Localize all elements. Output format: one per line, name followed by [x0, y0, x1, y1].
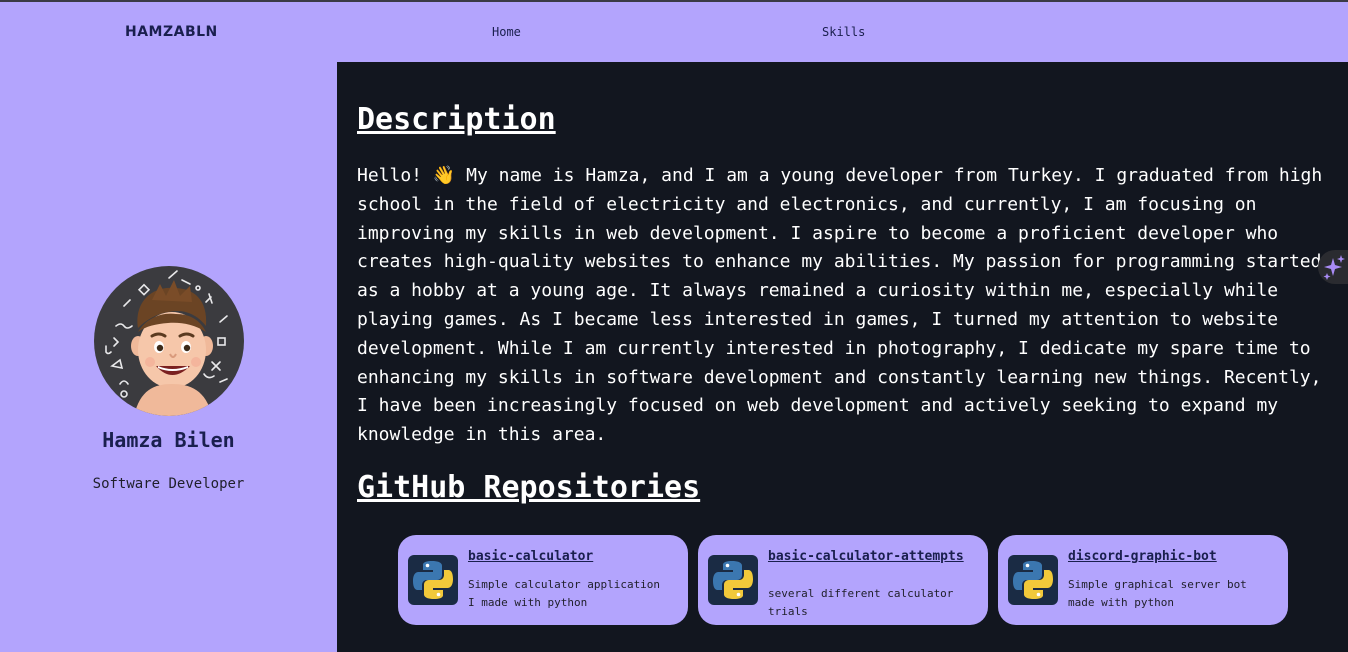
python-icon	[1008, 555, 1058, 605]
avatar	[94, 266, 244, 416]
repositories-heading: GitHub Repositories	[357, 470, 701, 505]
python-icon	[408, 555, 458, 605]
avatar-illustration	[105, 270, 228, 416]
profile-sidebar: Hamza Bilen Software Developer	[0, 62, 337, 652]
nav-link-home[interactable]: Home	[492, 25, 521, 39]
repo-card[interactable]: discord-graphic-bot Simple graphical ser…	[998, 535, 1288, 625]
python-icon	[708, 555, 758, 605]
profile-name: Hamza Bilen	[102, 428, 235, 452]
brand-logo[interactable]: HAMZABLN	[125, 24, 218, 40]
sparkle-icon	[1323, 255, 1345, 280]
repo-name-link[interactable]: basic-calculator	[468, 548, 673, 566]
repo-card[interactable]: basic-calculator Simple calculator appli…	[398, 535, 688, 625]
description-heading: Description	[357, 102, 556, 137]
repo-description: several different calculator trials	[768, 587, 954, 618]
repo-description: Simple calculator application I made wit…	[468, 578, 661, 609]
repo-description: Simple graphical server bot made with py…	[1068, 578, 1247, 609]
repo-name-link[interactable]: basic-calculator-attempts	[768, 548, 973, 566]
repo-card[interactable]: basic-calculator-attempts several differ…	[698, 535, 988, 625]
description-text: Hello! 👋 My name is Hamza, and I am a yo…	[357, 165, 1323, 446]
profile-role: Software Developer	[92, 476, 245, 492]
repo-name-link[interactable]: discord-graphic-bot	[1068, 548, 1273, 566]
assistant-button[interactable]	[1318, 250, 1348, 284]
nav-link-skills[interactable]: Skills	[822, 25, 865, 39]
navbar: HAMZABLN Home Skills	[0, 2, 1348, 62]
main-content: Description Hello! 👋 My name is Hamza, a…	[337, 62, 1348, 652]
